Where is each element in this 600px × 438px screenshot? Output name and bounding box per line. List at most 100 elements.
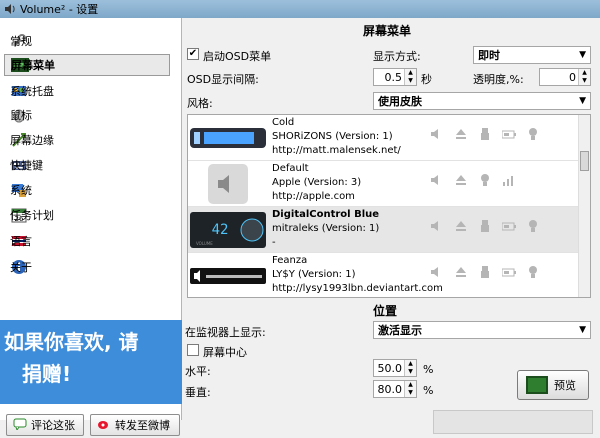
screen-center-label: 屏幕中心 — [203, 346, 247, 359]
monitor-select[interactable]: 激活显示 ▼ — [373, 321, 591, 339]
digital-skin-value: 42 — [212, 222, 229, 238]
opacity-stepper[interactable]: 0 ▲ ▼ — [539, 68, 591, 86]
vertical-label: 垂直: — [185, 386, 211, 399]
screen-center-checkbox[interactable] — [187, 344, 199, 356]
settings-window: Volume² - 设置 常规 屏幕菜单 系统托盘 鼠标 屏幕边缘 快捷键 系统… — [0, 0, 600, 438]
display-mode-select[interactable]: 即时 ▼ — [473, 46, 591, 64]
battery-icon — [501, 127, 516, 141]
sidebar-item-label: 任务计划 — [10, 209, 54, 222]
sidebar-item-scheduler[interactable]: 26 任务计划 — [4, 204, 170, 226]
skin-author: mitraleks (Version: 1) — [272, 223, 380, 234]
title-bar: Volume² - 设置 — [0, 0, 600, 18]
donate-line-2: 捐赠! — [22, 362, 72, 386]
stepper-arrows-icon[interactable]: ▲ ▼ — [404, 360, 416, 376]
sidebar-item-label: 语言 — [10, 235, 32, 248]
style-select[interactable]: 使用皮肤 ▼ — [373, 92, 591, 110]
sidebar-item-language[interactable]: 语言 — [4, 230, 170, 252]
skin-author: LY$Y (Version: 1) — [272, 269, 356, 280]
sidebar-item-mouse[interactable]: 鼠标 — [4, 104, 170, 126]
skin-item-default[interactable]: Default Apple (Version: 3) http://apple.… — [188, 161, 580, 207]
skin-feature-icons — [430, 127, 540, 141]
skin-preview-cold — [190, 128, 266, 148]
osd-interval-value: 0.5 — [384, 70, 403, 84]
sidebar-item-label: 屏幕边缘 — [10, 134, 54, 147]
horizontal-stepper[interactable]: 50.0 ▲ ▼ — [373, 359, 417, 377]
speaker-icon — [430, 219, 444, 233]
skin-name: Default — [272, 163, 309, 174]
position-section-title: 位置 — [373, 304, 398, 318]
eject-icon — [454, 265, 468, 279]
skin-item-cold[interactable]: Cold SHORiZONS (Version: 1) http://matt.… — [188, 115, 580, 161]
usb-icon — [478, 127, 492, 141]
sidebar-item-hotkeys[interactable]: 快捷键 — [4, 154, 170, 176]
share-weibo-button[interactable]: 转发至微博 — [90, 414, 180, 436]
skin-feature-icons — [430, 265, 540, 279]
skin-author: Apple (Version: 3) — [272, 177, 362, 188]
skin-name: DigitalControl Blue — [272, 209, 380, 220]
sidebar-item-about[interactable]: 关于 — [4, 256, 170, 278]
checkmark-icon: ✔ — [188, 48, 198, 59]
sidebar-item-label: 系统托盘 — [10, 85, 54, 98]
stepper-arrows-icon[interactable]: ▲ ▼ — [404, 381, 416, 397]
weibo-icon — [97, 418, 111, 433]
usb-icon — [478, 265, 492, 279]
battery-icon — [501, 219, 516, 233]
app-speaker-icon — [5, 4, 15, 14]
speaker-icon — [430, 173, 444, 187]
chevron-down-icon: ▼ — [579, 325, 586, 335]
eject-icon — [454, 127, 468, 141]
skin-feature-icons — [430, 173, 516, 187]
preview-label: 预览 — [554, 379, 576, 392]
enable-osd-label: 启动OSD菜单 — [203, 50, 272, 63]
skin-feature-icons — [430, 219, 540, 233]
speaker-icon — [430, 265, 444, 279]
sidebar-item-tray[interactable]: 系统托盘 — [4, 80, 170, 102]
sidebar-item-screen-menu[interactable]: 屏幕菜单 — [4, 54, 170, 76]
skin-item-feanza[interactable]: Feanza LY$Y (Version: 1) http://lysy1993… — [188, 253, 580, 297]
donate-line-1: 如果你喜欢, 请 — [4, 330, 139, 354]
sidebar-item-label: 屏幕菜单 — [11, 59, 55, 72]
window-title: Volume² - 设置 — [20, 3, 99, 16]
scrollbar-thumb[interactable] — [580, 151, 589, 171]
sidebar-item-general[interactable]: 常规 — [4, 30, 170, 52]
skin-preview-feanza — [190, 268, 266, 284]
osd-section-title: 屏幕菜单 — [363, 24, 412, 38]
stepper-arrows-icon[interactable]: ▲ ▼ — [578, 69, 590, 85]
skin-list-scrollbar[interactable] — [578, 115, 590, 297]
sidebar-item-label: 关于 — [10, 261, 32, 274]
comment-icon — [13, 418, 27, 433]
footer-strip — [433, 410, 593, 434]
style-label: 风格: — [187, 97, 213, 110]
skin-author: SHORiZONS (Version: 1) — [272, 131, 393, 142]
vertical-stepper[interactable]: 80.0 ▲ ▼ — [373, 380, 417, 398]
eject-icon — [454, 173, 468, 187]
opacity-value: 0 — [569, 70, 576, 84]
sidebar-item-label: 快捷键 — [10, 159, 43, 172]
preview-screen-icon — [526, 376, 548, 394]
bulb-icon — [526, 219, 540, 233]
comment-button[interactable]: 评论这张 — [6, 414, 84, 436]
sidebar-item-label: 常规 — [10, 35, 32, 48]
sidebar-item-system[interactable]: 系统 — [4, 179, 170, 201]
stepper-arrows-icon[interactable]: ▲ ▼ — [404, 69, 416, 85]
monitor-value: 激活显示 — [378, 324, 422, 337]
donate-banner[interactable]: 如果你喜欢, 请 捐赠! — [0, 320, 182, 404]
share-label: 转发至微博 — [115, 419, 170, 432]
skin-list[interactable]: Cold SHORiZONS (Version: 1) http://matt.… — [187, 114, 591, 298]
skin-url: http://matt.malensek.net/ — [272, 145, 401, 156]
signal-bars-icon — [502, 173, 516, 187]
skin-url: http://apple.com — [272, 191, 355, 202]
osd-interval-stepper[interactable]: 0.5 ▲ ▼ — [373, 68, 417, 86]
eject-icon — [454, 219, 468, 233]
display-mode-value: 即时 — [478, 49, 500, 62]
skin-item-digitalcontrol-blue[interactable]: 42 VOLUME DigitalControl Blue mitraleks (… — [188, 207, 580, 253]
monitor-label: 在监视器上显示: — [185, 326, 266, 339]
horizontal-label: 水平: — [185, 365, 211, 378]
sidebar-item-screen-edge[interactable]: 屏幕边缘 — [4, 129, 170, 151]
usb-icon — [478, 219, 492, 233]
preview-button[interactable]: 预览 — [517, 370, 589, 400]
enable-osd-checkbox[interactable]: ✔ — [187, 48, 199, 60]
opacity-label: 透明度,%: — [473, 73, 524, 86]
skin-name: Feanza — [272, 255, 308, 266]
skin-url: - — [272, 237, 276, 248]
